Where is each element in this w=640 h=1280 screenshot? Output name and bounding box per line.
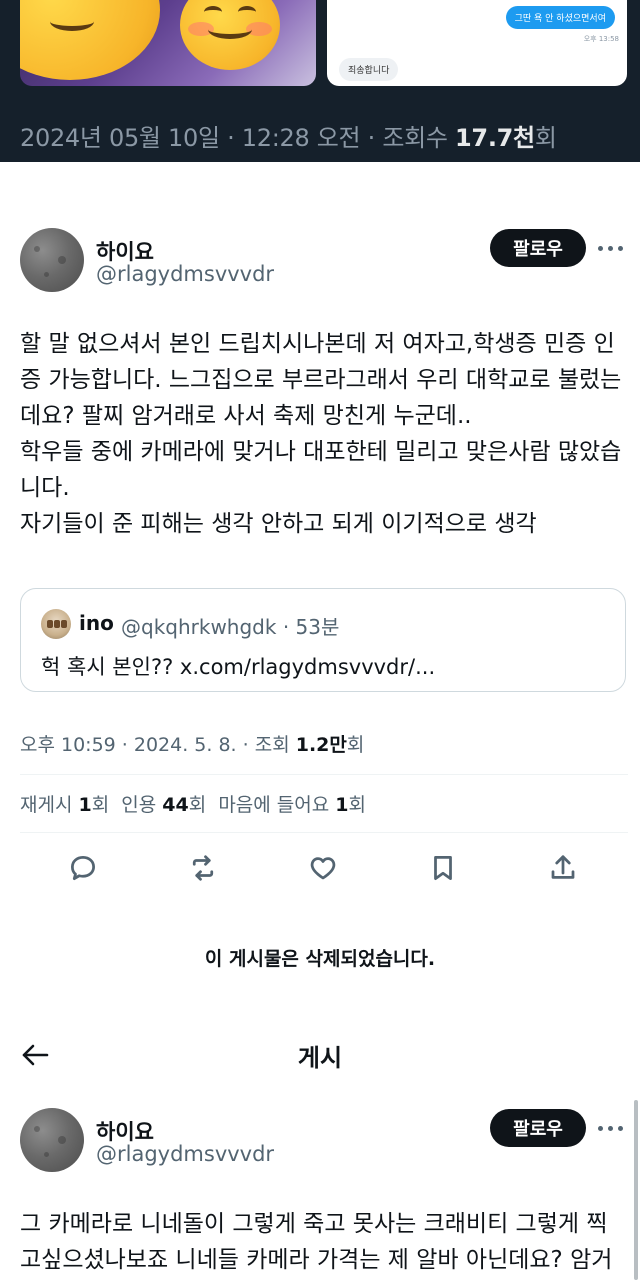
user-handle[interactable]: @rlagydmsvvvdr <box>96 1142 274 1166</box>
post-meta: 2024년 05월 10일 · 12:28 오전 · 조회수 17.7천회 <box>20 124 557 152</box>
quoted-text: 헉 혹시 본인?? x.com/rlagydmsvvvdr/... <box>41 655 436 679</box>
quoted-display-name: ino <box>79 611 114 635</box>
quoted-tweet-card[interactable]: ino @qkqhrkwhgdk · 53분 헉 혹시 본인?? x.com/r… <box>20 588 626 692</box>
dm-incoming-bubble: 죄송합니다 <box>339 58 399 81</box>
views-count: 1.2만 <box>295 734 347 756</box>
tweet-text-line: 자기들이 준 피해는 생각 안하고 되게 이기적으로 생각 <box>20 511 537 537</box>
emoji-photo[interactable] <box>20 0 316 86</box>
post-date[interactable]: 2024년 05월 10일 <box>20 124 220 152</box>
page-title: 게시 <box>297 1044 343 1072</box>
deleted-notice: 이 게시물은 삭제되었습니다. <box>204 948 436 970</box>
tweet-text-line: 할 말 없으셔서 본인 드립치시나본데 저 여자고,학생증 민증 인 <box>20 331 615 357</box>
repost-icon[interactable] <box>183 848 223 888</box>
like-icon[interactable] <box>303 848 343 888</box>
reply-icon[interactable] <box>63 848 103 888</box>
user-handle[interactable]: @rlagydmsvvvdr <box>96 262 274 286</box>
quoted-handle-time: @qkqhrkwhgdk · 53분 <box>121 615 340 639</box>
post-time[interactable]: 12:28 오전 <box>242 124 361 152</box>
tweet-body: 할 말 없으셔서 본인 드립치시나본데 저 여자고,학생증 민증 인 증 가능합… <box>20 326 621 542</box>
views-count: 17.7천 <box>455 124 535 152</box>
tweet-text-line: 데요? 팔찌 암거래로 사서 축제 망친게 누군데.. <box>20 403 472 429</box>
reposts-stat[interactable]: 재게시 1회 <box>20 794 109 816</box>
avatar[interactable] <box>20 1108 84 1172</box>
screenshot-banner: 그딴 욕 안 하셨으면서여 오후 13:58 죄송합니다 2024년 05월 1… <box>0 0 640 162</box>
dm-time: 오후 13:58 <box>583 35 619 43</box>
blushing-emoji-icon <box>180 0 280 70</box>
engagement-stats: 재게시 1회 인용 44회 마음에 들어요 1회 <box>20 790 366 817</box>
more-options-icon[interactable] <box>598 243 626 253</box>
tweet-text-line: 학우들 중에 카메라에 맞거나 대포한테 밀리고 맞은사람 많았습 <box>20 439 622 465</box>
scrollbar[interactable] <box>634 1100 638 1280</box>
more-options-icon[interactable] <box>598 1123 626 1133</box>
tweet-text-line: 고싶으셨나보죠 니네들 카메라 가격는 제 알바 아닌데요? 암거 <box>20 1247 613 1273</box>
quoted-avatar <box>41 609 71 639</box>
share-icon[interactable] <box>543 848 583 888</box>
tweet-body: 그 카메라로 니네돌이 그렇게 죽고 못사는 크래비티 그렇게 찍 고싶으셨나보… <box>20 1206 612 1278</box>
divider <box>20 774 628 775</box>
smiling-emoji-icon <box>20 0 160 80</box>
tweet-text-line: 증 가능합니다. 느그집으로 부르라그래서 우리 대학교로 불렀는 <box>20 367 622 393</box>
dm-screenshot-image[interactable]: 그딴 욕 안 하셨으면서여 오후 13:58 죄송합니다 <box>327 0 627 86</box>
tweet-text-line: 니다. <box>20 475 70 501</box>
views-label: 조회수 <box>382 124 448 152</box>
follow-button[interactable]: 팔로우 <box>490 1109 586 1147</box>
views-suffix: 회 <box>346 734 365 756</box>
avatar[interactable] <box>20 228 84 292</box>
views-suffix: 회 <box>534 124 557 152</box>
timestamp-text[interactable]: 오후 10:59 · 2024. 5. 8. · 조회 <box>20 734 296 756</box>
likes-stat[interactable]: 마음에 들어요 1회 <box>218 794 366 816</box>
quotes-stat[interactable]: 인용 44회 <box>121 794 206 816</box>
tweet-text-line: 그 카메라로 니네돌이 그렇게 죽고 못사는 크래비티 그렇게 찍 <box>20 1211 608 1237</box>
divider <box>20 832 628 833</box>
bookmark-icon[interactable] <box>423 848 463 888</box>
tweet-timestamp: 오후 10:59 · 2024. 5. 8. · 조회 1.2만회 <box>20 730 364 757</box>
dm-outgoing-bubble: 그딴 욕 안 하셨으면서여 <box>505 6 615 29</box>
follow-button[interactable]: 팔로우 <box>490 229 586 267</box>
